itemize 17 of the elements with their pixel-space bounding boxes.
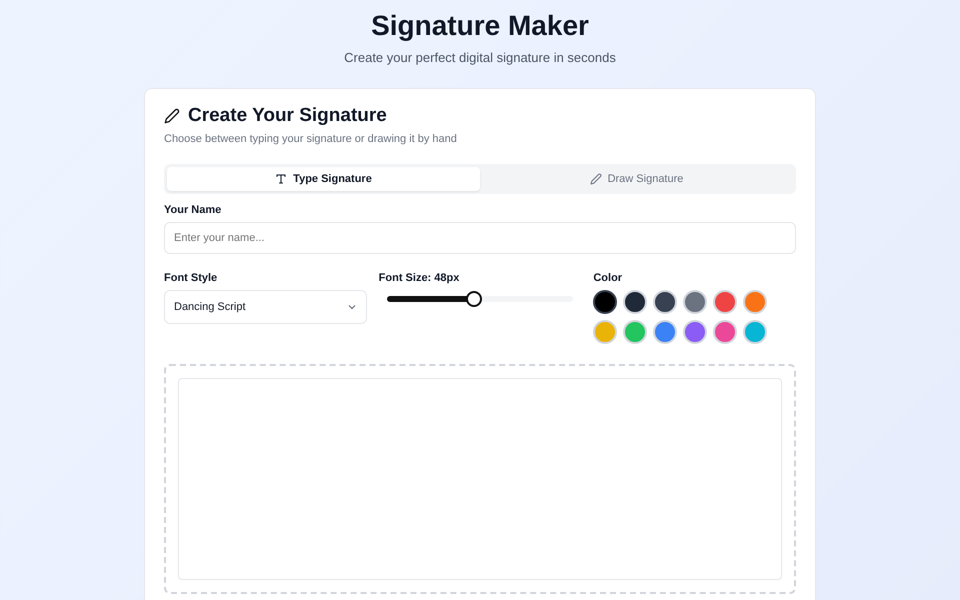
color-swatch[interactable] — [593, 290, 618, 314]
field-label: Your Name — [164, 203, 222, 218]
name-input[interactable]: Enter your name... — [164, 222, 796, 254]
font-style-dropdown[interactable]: Dancing Script — [164, 290, 367, 324]
text-icon — [275, 173, 288, 186]
pencil-icon — [590, 173, 602, 186]
card-title: Create Your Signature — [188, 104, 387, 128]
mode-tab[interactable]: Type Signature — [167, 166, 480, 192]
pencil-icon — [164, 108, 180, 124]
field-label: Font Size: 48px — [378, 271, 460, 286]
page-subtitle: Create your perfect digital signature in seconds — [343, 49, 617, 67]
page-title: Signature Maker — [370, 9, 590, 43]
card-description: Choose between typing your signature or drawing it by hand — [164, 132, 458, 148]
slider-thumb[interactable] — [466, 290, 482, 307]
field-label: Font Style — [164, 271, 218, 286]
field-label: Color — [593, 271, 624, 286]
mode-tab[interactable]: Draw Signature — [480, 166, 793, 192]
